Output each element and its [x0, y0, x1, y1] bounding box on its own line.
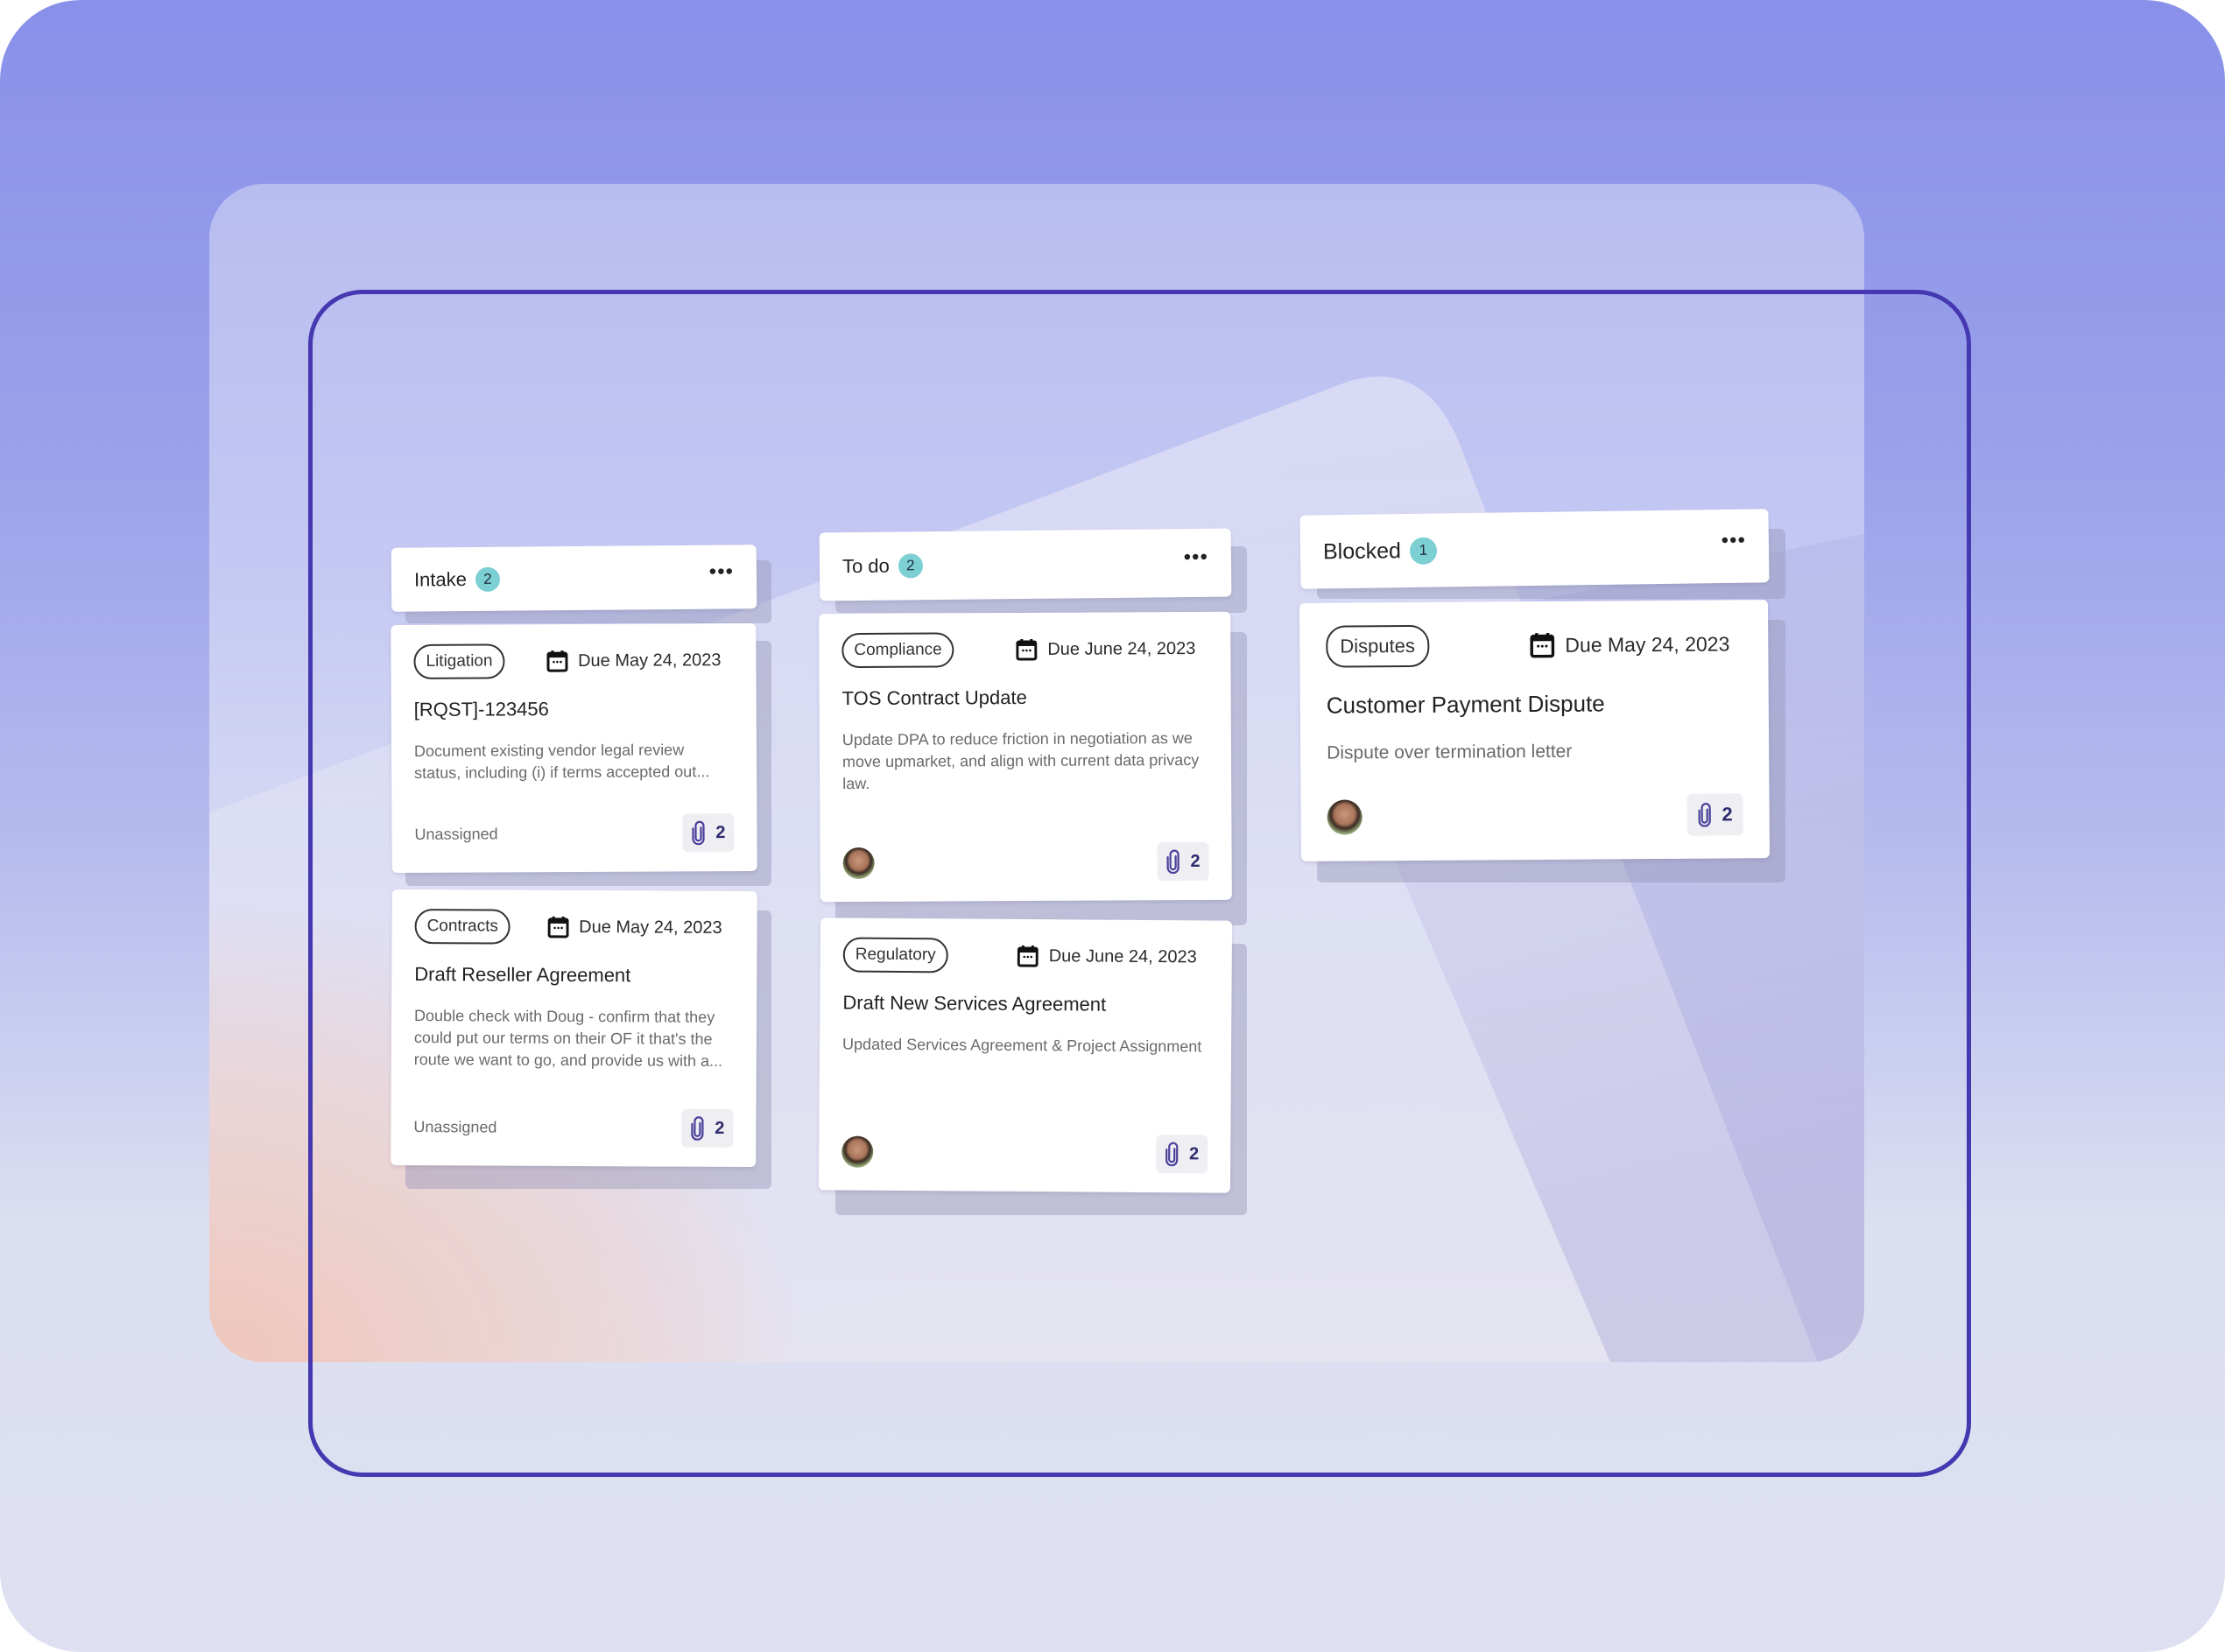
due-date: Due June 24, 2023 — [1017, 945, 1197, 968]
column-title: To do — [841, 554, 890, 578]
category-tag[interactable]: Compliance — [841, 632, 954, 669]
task-card[interactable]: Compliance Due June 24, 2023 TOS Contrac… — [819, 611, 1232, 903]
category-tag[interactable]: Contracts — [414, 909, 511, 945]
attachments-button[interactable]: 2 — [682, 813, 735, 853]
column-title: Blocked — [1322, 538, 1402, 564]
attachment-count: 2 — [715, 1118, 725, 1138]
card-title: [RQST]-123456 — [413, 698, 549, 721]
due-date-text: Due May 24, 2023 — [1565, 631, 1730, 657]
due-date-text: Due June 24, 2023 — [1048, 946, 1197, 967]
count-badge: 2 — [898, 553, 923, 579]
assignee-avatar[interactable] — [842, 847, 875, 880]
card-description: Double check with Doug - confirm that th… — [413, 1007, 723, 1070]
column-title: Intake — [413, 567, 468, 591]
attachment-count: 2 — [1722, 803, 1733, 826]
attachments-button[interactable]: 2 — [1686, 793, 1743, 836]
category-tag[interactable]: Regulatory — [842, 937, 948, 974]
card-title: Customer Payment Dispute — [1326, 690, 1605, 719]
card-description: Updated Services Agreement & Project Ass… — [842, 1035, 1202, 1056]
assignee-avatar[interactable] — [841, 1135, 874, 1168]
column-header: Intake 2 ••• — [391, 545, 757, 612]
kanban-board: Intake 2 ••• Litigation Due May 24, 2023… — [0, 0, 2225, 1652]
count-badge: 2 — [475, 566, 501, 592]
category-tag[interactable]: Disputes — [1326, 624, 1430, 668]
ellipsis-horizontal-icon[interactable]: ••• — [709, 559, 734, 583]
calendar-icon — [1530, 633, 1555, 658]
attachments-button[interactable]: 2 — [1157, 841, 1209, 882]
paperclip-icon — [1165, 1142, 1179, 1167]
attachment-count: 2 — [715, 822, 726, 842]
due-date-text: Due May 24, 2023 — [577, 650, 722, 671]
assignee-avatar[interactable] — [1327, 799, 1362, 835]
due-date: Due May 24, 2023 — [547, 916, 722, 939]
card-title: Draft New Services Agreement — [842, 991, 1107, 1016]
task-card[interactable]: Disputes Due May 24, 2023 Customer Payme… — [1299, 600, 1771, 861]
due-date-text: Due May 24, 2023 — [579, 917, 722, 938]
calendar-icon — [1017, 945, 1039, 967]
calendar-icon — [1016, 638, 1038, 661]
column-header: To do 2 ••• — [819, 528, 1232, 601]
paperclip-icon — [1698, 803, 1711, 827]
ellipsis-horizontal-icon[interactable]: ••• — [1184, 545, 1209, 569]
card-description: Document existing vendor legal review st… — [413, 741, 710, 782]
due-date: Due June 24, 2023 — [1016, 637, 1195, 661]
task-card[interactable]: Litigation Due May 24, 2023 [RQST]-12345… — [391, 622, 757, 874]
card-title: Draft Reseller Agreement — [414, 963, 631, 987]
card-title: TOS Contract Update — [841, 685, 1027, 710]
attachments-button[interactable]: 2 — [681, 1108, 734, 1148]
ellipsis-horizontal-icon[interactable]: ••• — [1721, 529, 1746, 552]
count-badge: 1 — [1409, 537, 1438, 565]
due-date: Due May 24, 2023 — [1530, 630, 1729, 658]
task-card[interactable]: Contracts Due May 24, 2023 Draft Reselle… — [391, 889, 757, 1168]
assignee-label: Unassigned — [413, 1117, 497, 1136]
attachment-count: 2 — [1189, 1143, 1200, 1163]
assignee-label: Unassigned — [414, 824, 498, 843]
task-card[interactable]: Regulatory Due June 24, 2023 Draft New S… — [818, 917, 1233, 1193]
due-date: Due May 24, 2023 — [546, 649, 722, 672]
attachments-button[interactable]: 2 — [1155, 1135, 1208, 1174]
column-header: Blocked 1 ••• — [1299, 509, 1770, 589]
card-description: Dispute over termination letter — [1327, 741, 1573, 763]
attachment-count: 2 — [1190, 851, 1201, 871]
calendar-icon — [546, 650, 568, 672]
due-date-text: Due June 24, 2023 — [1047, 638, 1196, 659]
calendar-icon — [547, 916, 569, 938]
card-description: Update DPA to reduce friction in negotia… — [841, 729, 1200, 793]
paperclip-icon — [691, 1116, 704, 1141]
paperclip-icon — [692, 820, 705, 846]
category-tag[interactable]: Litigation — [413, 643, 505, 679]
paperclip-icon — [1166, 849, 1179, 875]
